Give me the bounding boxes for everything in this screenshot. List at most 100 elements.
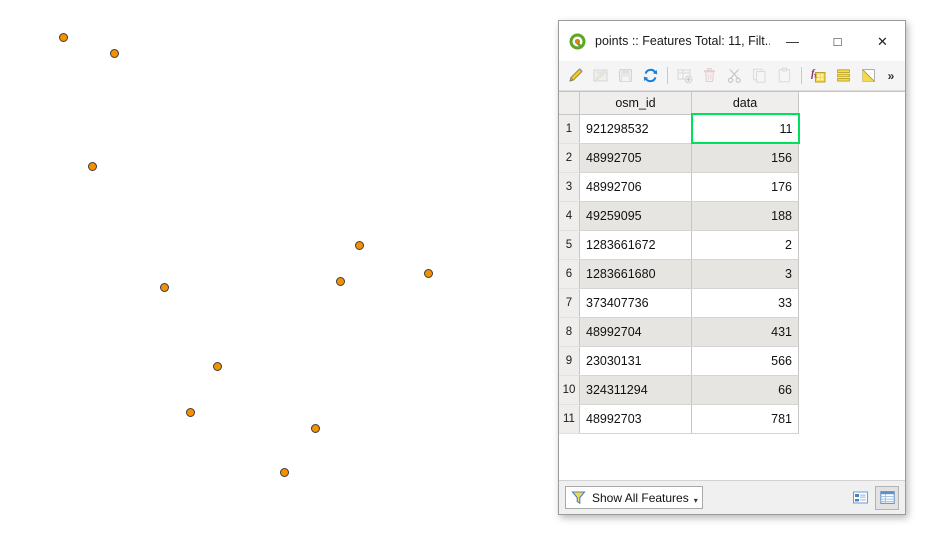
toolbar-overflow-button[interactable]: » (883, 69, 899, 83)
cell-osm_id[interactable]: 324311294 (579, 375, 692, 405)
attribute-table-scroll-area[interactable]: osm_id data 1 921298532 11 2 48992705 156 3 489… (559, 91, 905, 480)
cell-data[interactable]: 2 (691, 230, 799, 260)
conditional-formatting-icon (837, 69, 850, 82)
field-calculator-button[interactable]: f x (807, 64, 830, 88)
table-row[interactable]: 2 48992705 156 (559, 143, 799, 173)
conditional-formatting-button[interactable] (832, 64, 855, 88)
table-view-button[interactable] (875, 485, 899, 510)
row-number-cell[interactable]: 5 (559, 230, 580, 260)
cell-osm_id[interactable]: 921298532 (579, 114, 692, 144)
map-point[interactable] (110, 49, 119, 58)
map-point[interactable] (213, 362, 222, 371)
table-row[interactable]: 11 48992703 781 (559, 404, 799, 434)
row-number-cell[interactable]: 8 (559, 317, 580, 347)
attribute-table-status-bar: Show All Features ▾ (559, 480, 905, 514)
table-corner-header[interactable] (559, 92, 580, 115)
table-row[interactable]: 4 49259095 188 (559, 201, 799, 231)
scissors-icon (727, 69, 741, 83)
cell-osm_id[interactable]: 49259095 (579, 201, 692, 231)
row-number-cell[interactable]: 1 (559, 114, 580, 144)
table-row[interactable]: 5 1283661672 2 (559, 230, 799, 260)
cell-data[interactable]: 431 (691, 317, 799, 347)
map-point[interactable] (336, 277, 345, 286)
attribute-table: osm_id data 1 921298532 11 2 48992705 156 3 489… (559, 92, 800, 434)
row-number-cell[interactable]: 10 (559, 375, 580, 405)
row-number-cell[interactable]: 11 (559, 404, 580, 434)
map-point[interactable] (59, 33, 68, 42)
map-point[interactable] (355, 241, 364, 250)
attribute-table-window: points :: Features Total: 11, Filt... — … (558, 20, 906, 515)
column-header-osm_id[interactable]: osm_id (579, 92, 692, 115)
cell-data[interactable]: 188 (691, 201, 799, 231)
map-point[interactable] (88, 162, 97, 171)
save-edits-icon (593, 69, 608, 82)
row-number-cell[interactable]: 4 (559, 201, 580, 231)
cell-data-selected[interactable]: 11 (690, 113, 800, 144)
reload-table-button[interactable] (639, 64, 662, 88)
cell-data[interactable]: 176 (691, 172, 799, 202)
save-edits-button (589, 64, 612, 88)
organize-columns-button[interactable] (857, 64, 880, 88)
cell-osm_id[interactable]: 1283661672 (579, 230, 692, 260)
cell-osm_id[interactable]: 48992705 (579, 143, 692, 173)
cell-osm_id[interactable]: 373407736 (579, 288, 692, 318)
cell-data[interactable]: 156 (691, 143, 799, 173)
table-row[interactable]: 9 23030131 566 (559, 346, 799, 376)
field-calculator-icon: f x (811, 69, 826, 83)
cell-osm_id[interactable]: 48992706 (579, 172, 692, 202)
toggle-editing-icon (569, 68, 583, 82)
toggle-editing-button[interactable] (564, 64, 587, 88)
paste-icon (778, 67, 791, 83)
cell-data[interactable]: 566 (691, 346, 799, 376)
save-layer-edits-button (614, 64, 637, 88)
window-title-bar[interactable]: points :: Features Total: 11, Filt... — … (559, 21, 905, 61)
cell-data[interactable]: 33 (691, 288, 799, 318)
svg-text:x: x (814, 72, 818, 80)
table-row[interactable]: 7 373407736 33 (559, 288, 799, 318)
trash-icon (704, 68, 715, 82)
paste-features-button (773, 64, 796, 88)
map-point[interactable] (424, 269, 433, 278)
column-header-data[interactable]: data (691, 92, 799, 115)
cut-features-button (723, 64, 746, 88)
delete-selected-button (698, 64, 721, 88)
map-point[interactable] (186, 408, 195, 417)
toolbar-separator (667, 67, 668, 84)
minimize-button[interactable]: — (770, 21, 815, 61)
cell-data[interactable]: 3 (691, 259, 799, 289)
cell-data[interactable]: 781 (691, 404, 799, 434)
row-number-cell[interactable]: 3 (559, 172, 580, 202)
maximize-button[interactable]: □ (815, 21, 860, 61)
close-icon: ✕ (877, 33, 888, 49)
cell-osm_id[interactable]: 23030131 (579, 346, 692, 376)
cell-data[interactable]: 66 (691, 375, 799, 405)
table-row[interactable]: 6 1283661680 3 (559, 259, 799, 289)
reload-table-icon (643, 68, 658, 83)
table-row[interactable]: 1 921298532 11 (559, 113, 800, 144)
cell-osm_id[interactable]: 48992704 (579, 317, 692, 347)
table-view-icon (879, 491, 895, 504)
row-number-cell[interactable]: 2 (559, 143, 580, 173)
row-number-cell[interactable]: 9 (559, 346, 580, 376)
qgis-logo-icon (569, 33, 586, 50)
table-row[interactable]: 8 48992704 431 (559, 317, 799, 347)
table-row[interactable]: 3 48992706 176 (559, 172, 799, 202)
row-number-cell[interactable]: 7 (559, 288, 580, 318)
close-button[interactable]: ✕ (860, 21, 905, 61)
table-body: 1 921298532 11 2 48992705 156 3 48992706 176 4 492… (559, 113, 800, 434)
toolbar-separator (801, 67, 802, 84)
cell-osm_id[interactable]: 48992703 (579, 404, 692, 434)
row-number-cell[interactable]: 6 (559, 259, 580, 289)
feature-filter-dropdown[interactable]: Show All Features ▾ (565, 486, 703, 509)
add-feature-button (673, 64, 696, 88)
map-point[interactable] (311, 424, 320, 433)
table-row[interactable]: 10 324311294 66 (559, 375, 799, 405)
cell-osm_id[interactable]: 1283661680 (579, 259, 692, 289)
save-layer-edits-icon (619, 69, 632, 82)
form-view-icon (852, 491, 868, 504)
maximize-icon: □ (833, 33, 842, 49)
window-title: points :: Features Total: 11, Filt... (595, 34, 770, 48)
map-point[interactable] (160, 283, 169, 292)
form-view-button[interactable] (848, 486, 872, 510)
map-point[interactable] (280, 468, 289, 477)
